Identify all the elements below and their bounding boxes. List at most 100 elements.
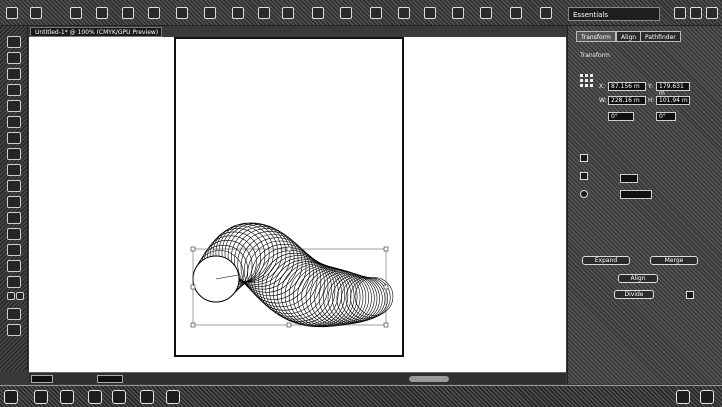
- type-icon[interactable]: [282, 7, 294, 19]
- arrange-documents-icon[interactable]: [70, 7, 82, 19]
- swatch-icon[interactable]: [176, 7, 188, 19]
- symbol-icon[interactable]: [148, 7, 160, 19]
- bbox-handle[interactable]: [190, 322, 196, 328]
- bbox-handle[interactable]: [286, 246, 292, 252]
- y-field[interactable]: 179.631 m: [656, 82, 690, 97]
- volume-icon[interactable]: [676, 390, 690, 404]
- media-icon[interactable]: [112, 390, 126, 404]
- document-icon[interactable]: [166, 390, 180, 404]
- character-icon[interactable]: [398, 7, 410, 19]
- stroke-icon[interactable]: [258, 7, 270, 19]
- blend-artwork[interactable]: [176, 39, 402, 355]
- artboard-navigation-field[interactable]: [97, 375, 123, 383]
- blend-step-circle: [323, 272, 375, 325]
- panel-section-title: Transform: [580, 52, 610, 59]
- y-label: Y:: [648, 83, 653, 90]
- hand-tool-icon[interactable]: [7, 260, 21, 272]
- blend-step-circle: [327, 273, 378, 324]
- layers-icon[interactable]: [312, 7, 324, 19]
- pencil-icon[interactable]: [122, 7, 134, 19]
- explorer-icon[interactable]: [34, 390, 48, 404]
- magic-wand-tool-icon[interactable]: [7, 68, 21, 80]
- blend-step-circle: [284, 263, 349, 327]
- tab-transform[interactable]: Transform: [576, 31, 616, 42]
- align-to-pixel-radio[interactable]: [580, 190, 588, 198]
- merge-button[interactable]: Merge: [650, 256, 698, 265]
- brush-icon[interactable]: [96, 7, 108, 19]
- blend-tool-icon[interactable]: [7, 212, 21, 224]
- align-icon[interactable]: [370, 7, 382, 19]
- screen-mode-icon[interactable]: [7, 324, 21, 336]
- bbox-handle[interactable]: [190, 246, 196, 252]
- scale-corners-checkbox[interactable]: [580, 172, 588, 180]
- rotate-tool-icon[interactable]: [7, 180, 21, 192]
- shear-angle-field[interactable]: 0°: [656, 112, 676, 121]
- paintbrush-tool-icon[interactable]: [7, 148, 21, 160]
- color-icon[interactable]: [452, 7, 464, 19]
- spacing-field[interactable]: [620, 174, 638, 183]
- steps-field[interactable]: [620, 190, 652, 199]
- tab-pathfinder[interactable]: Pathfinder: [640, 31, 681, 42]
- scale-strokes-checkbox[interactable]: [580, 154, 588, 162]
- pencil-tool-icon[interactable]: [7, 164, 21, 176]
- app-logo-icon: [6, 7, 18, 19]
- bbox-handle[interactable]: [383, 322, 389, 328]
- illustrator-icon[interactable]: [140, 390, 154, 404]
- type-tool-icon[interactable]: [7, 100, 21, 112]
- workspace-switcher[interactable]: Essentials: [568, 7, 660, 21]
- x-field[interactable]: 87.156 m: [608, 82, 646, 91]
- artboard-tool-icon[interactable]: [7, 244, 21, 256]
- reference-point-icon[interactable]: [580, 74, 593, 87]
- bbox-handle[interactable]: [383, 246, 389, 252]
- transform-panel: Transform Align Pathfinder Transform X: …: [567, 26, 722, 384]
- height-field[interactable]: 101.94 m: [656, 96, 690, 105]
- width-field[interactable]: 228.16 m: [608, 96, 646, 105]
- fill-color-icon[interactable]: [7, 292, 15, 300]
- appearance-icon[interactable]: [480, 7, 492, 19]
- gradient-icon[interactable]: [232, 7, 244, 19]
- h-label: H:: [648, 97, 655, 104]
- minimize-icon[interactable]: [674, 7, 686, 19]
- blend-step-circle: [336, 275, 383, 322]
- align-button[interactable]: Align: [618, 274, 658, 283]
- scale-tool-icon[interactable]: [7, 196, 21, 208]
- graphic-styles-icon[interactable]: [510, 7, 522, 19]
- graph-icon[interactable]: [204, 7, 216, 19]
- tab-align[interactable]: Align: [616, 31, 642, 42]
- drawing-mode-icon[interactable]: [7, 308, 21, 320]
- notification-icon[interactable]: [700, 390, 714, 404]
- folder-icon[interactable]: [88, 390, 102, 404]
- horizontal-scrollbar[interactable]: [409, 376, 449, 382]
- expand-button[interactable]: Expand: [582, 256, 630, 265]
- paragraph-icon[interactable]: [424, 7, 436, 19]
- menu-bar: Essentials: [0, 0, 722, 26]
- maximize-icon[interactable]: [690, 7, 702, 19]
- direct-selection-tool-icon[interactable]: [7, 52, 21, 64]
- divide-button[interactable]: Divide: [614, 290, 654, 299]
- rectangle-tool-icon[interactable]: [7, 132, 21, 144]
- taskbar: [0, 385, 722, 407]
- x-label: X:: [599, 83, 606, 90]
- close-icon[interactable]: [706, 7, 718, 19]
- document-tab[interactable]: Untitled-1* @ 100% (CMYK/GPU Preview): [30, 27, 162, 37]
- rotate-angle-field[interactable]: 0°: [608, 112, 634, 121]
- line-tool-icon[interactable]: [7, 116, 21, 128]
- bbox-handle[interactable]: [286, 322, 292, 328]
- pen-tool-icon[interactable]: [7, 84, 21, 96]
- zoom-level-field[interactable]: [31, 375, 53, 383]
- selection-tool-icon[interactable]: [7, 36, 21, 48]
- zoom-tool-icon[interactable]: [7, 276, 21, 288]
- pasteboard[interactable]: [29, 37, 566, 372]
- artboard[interactable]: [174, 37, 404, 357]
- bbox-handle[interactable]: [190, 284, 196, 290]
- panel-option-toggle[interactable]: [686, 291, 694, 299]
- stroke-color-icon[interactable]: [16, 292, 24, 300]
- browser-icon[interactable]: [60, 390, 74, 404]
- start-icon[interactable]: [4, 390, 18, 404]
- transform-icon[interactable]: [340, 7, 352, 19]
- tools-panel: [0, 26, 28, 371]
- bbox-handle[interactable]: [383, 284, 389, 290]
- bridge-icon[interactable]: [30, 7, 42, 19]
- links-icon[interactable]: [540, 7, 552, 19]
- eyedropper-tool-icon[interactable]: [7, 228, 21, 240]
